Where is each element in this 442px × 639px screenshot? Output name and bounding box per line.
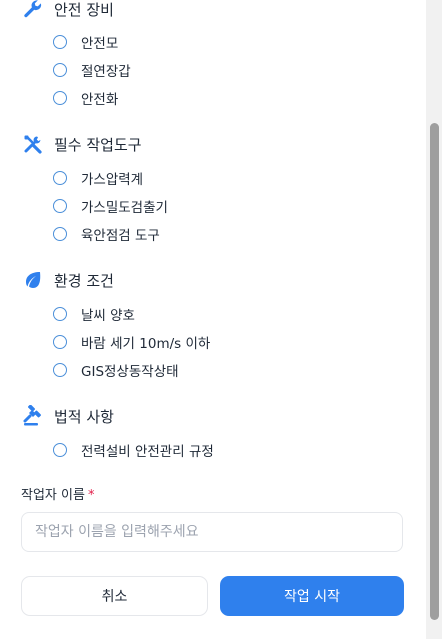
item-label: 날씨 양호 xyxy=(81,308,135,324)
radio-button[interactable] xyxy=(53,171,67,185)
section-header-safety-equipment: 안전 장비 xyxy=(22,0,114,21)
tools-icon xyxy=(22,133,44,155)
gavel-icon xyxy=(22,405,44,427)
item-label: GIS정상동작상태 xyxy=(81,364,179,380)
checklist-item-good-weather[interactable]: 날씨 양호 xyxy=(53,303,135,325)
item-label: 절연장갑 xyxy=(81,64,131,80)
radio-button[interactable] xyxy=(53,443,67,457)
radio-button[interactable] xyxy=(53,35,67,49)
item-label: 바람 세기 10m/s 이하 xyxy=(81,336,211,352)
checklist-item-safety-shoes[interactable]: 안전화 xyxy=(53,87,118,109)
checklist-item-power-safety-regulation[interactable]: 전력설비 안전관리 규정 xyxy=(53,439,214,461)
section-header-required-tools: 필수 작업도구 xyxy=(22,132,142,156)
checklist-item-wind-speed[interactable]: 바람 세기 10m/s 이하 xyxy=(53,331,210,353)
required-mark: * xyxy=(87,488,95,503)
item-label: 가스밀도검출기 xyxy=(81,200,168,216)
cancel-button[interactable]: 취소 xyxy=(21,576,208,616)
section-title: 필수 작업도구 xyxy=(54,135,142,154)
radio-button[interactable] xyxy=(53,91,67,105)
radio-button[interactable] xyxy=(53,199,67,213)
scrollbar-thumb[interactable] xyxy=(430,123,439,620)
item-label: 안전화 xyxy=(81,92,119,108)
radio-button[interactable] xyxy=(53,307,67,321)
checklist-item-hard-hat[interactable]: 안전모 xyxy=(53,31,118,53)
section-header-legal: 법적 사항 xyxy=(22,404,114,428)
checklist-item-gas-pressure-gauge[interactable]: 가스압력계 xyxy=(53,167,143,189)
worker-name-label-text: 작업자 이름 xyxy=(21,488,85,503)
radio-button[interactable] xyxy=(53,227,67,241)
leaf-icon xyxy=(22,269,44,291)
checklist-item-gas-density-detector[interactable]: 가스밀도검출기 xyxy=(53,195,168,217)
start-work-button[interactable]: 작업 시작 xyxy=(220,576,404,616)
section-header-environment: 환경 조건 xyxy=(22,268,114,292)
section-title: 법적 사항 xyxy=(54,407,114,426)
radio-button[interactable] xyxy=(53,363,67,377)
radio-button[interactable] xyxy=(53,335,67,349)
item-label: 육안점검 도구 xyxy=(81,228,160,244)
section-title: 안전 장비 xyxy=(54,0,114,19)
wrench-icon xyxy=(22,0,44,20)
radio-button[interactable] xyxy=(53,63,67,77)
worker-name-label: 작업자 이름 * xyxy=(21,484,94,503)
checklist-item-insulated-gloves[interactable]: 절연장갑 xyxy=(53,59,131,81)
item-label: 가스압력계 xyxy=(81,172,144,188)
worker-name-input[interactable] xyxy=(21,512,403,552)
item-label: 전력설비 안전관리 규정 xyxy=(81,444,214,460)
checklist-item-gis-status[interactable]: GIS정상동작상태 xyxy=(53,359,179,381)
item-label: 안전모 xyxy=(81,36,119,52)
checklist-item-visual-inspection-tool[interactable]: 육안점검 도구 xyxy=(53,223,160,245)
section-title: 환경 조건 xyxy=(54,271,114,290)
